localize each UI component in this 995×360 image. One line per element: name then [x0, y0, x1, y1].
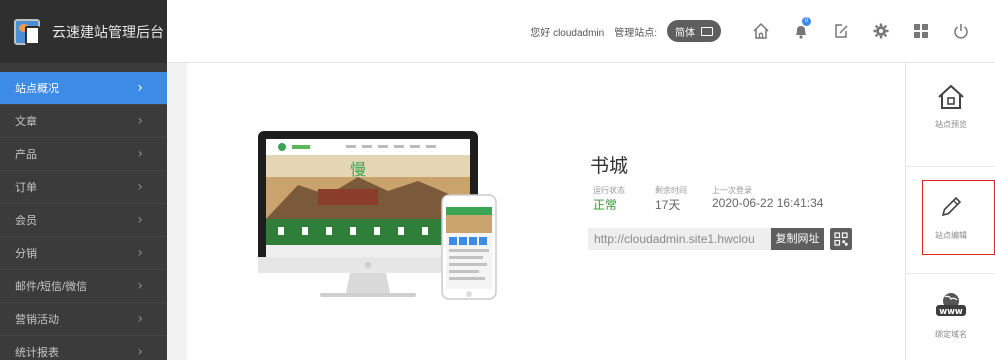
site-preview-image: 慢: [258, 129, 538, 312]
sidebar-item-label: 订单: [15, 182, 37, 194]
brand-title: 云速建站管理后台: [52, 23, 164, 40]
sidebar-item-label: 产品: [15, 149, 37, 161]
home-icon: [938, 84, 964, 109]
site-logo-icon: [14, 18, 40, 45]
chevron-right-icon: ›: [137, 311, 143, 327]
site-status-value: 正常: [593, 198, 618, 212]
sidebar-item-label: 邮件/短信/微信: [15, 281, 88, 293]
top-bar: 您好 cloudadmin 管理站点: 简体 0: [167, 0, 995, 63]
sidebar-item-label: 统计报表: [15, 347, 59, 359]
language-switch[interactable]: 简体: [667, 20, 721, 42]
site-title: 书城: [590, 156, 629, 177]
remaining-time-value: 17天: [655, 198, 681, 212]
user-greeting: 您好 cloudadmin: [530, 27, 605, 39]
chevron-right-icon: ›: [137, 80, 143, 96]
last-login-value: 2020-06-22 16:41:34: [712, 196, 824, 210]
site-edit-button[interactable]: 站点编辑: [906, 194, 995, 241]
site-status: 运行状态 正常: [593, 185, 625, 213]
site-actions-panel: 站点预览 站点编辑 www 绑定域名: [905, 63, 995, 360]
sidebar-item-distribution[interactable]: 分销 ›: [0, 237, 167, 270]
bind-domain-label: 绑定域名: [935, 330, 967, 339]
home-icon[interactable]: [743, 16, 779, 46]
bind-domain-button[interactable]: www 绑定域名: [906, 291, 995, 340]
site-select-label: 管理站点:: [614, 27, 657, 39]
site-preview-button[interactable]: 站点预览: [906, 83, 995, 130]
monitor-icon: [701, 26, 713, 36]
chevron-right-icon: ›: [137, 179, 143, 195]
sidebar-item-products[interactable]: 产品 ›: [0, 138, 167, 171]
settings-icon[interactable]: [863, 16, 899, 46]
notification-badge: 0: [802, 17, 811, 26]
notification-icon[interactable]: 0: [783, 16, 819, 46]
chevron-right-icon: ›: [137, 245, 143, 261]
sidebar-item-label: 分销: [15, 248, 37, 260]
sidebar-item-orders[interactable]: 订单 ›: [0, 171, 167, 204]
sidebar-item-messaging[interactable]: 邮件/短信/微信 ›: [0, 270, 167, 303]
site-preview-label: 站点预览: [935, 120, 967, 129]
chevron-right-icon: ›: [137, 278, 143, 294]
chevron-right-icon: ›: [137, 113, 143, 129]
sidebar-menu: 站点概况 › 文章 › 产品 › 订单 › 会员 › 分销 › 邮件/短信/微信…: [0, 72, 167, 360]
brand[interactable]: 云速建站管理后台: [0, 0, 167, 63]
site-status-label: 运行状态: [593, 186, 625, 195]
last-login-label: 上一次登录: [712, 186, 752, 195]
sidebar-item-label: 会员: [15, 215, 37, 227]
sidebar-item-overview[interactable]: 站点概况 ›: [0, 72, 167, 105]
sidebar-item-marketing[interactable]: 营销活动 ›: [0, 303, 167, 336]
sidebar-item-members[interactable]: 会员 ›: [0, 204, 167, 237]
divider: [906, 273, 995, 274]
language-label: 简体: [675, 27, 695, 39]
edit-icon[interactable]: [823, 16, 859, 46]
site-url-field[interactable]: http://cloudadmin.site1.hwclou: [588, 228, 771, 250]
sidebar-item-label: 营销活动: [15, 314, 59, 326]
sidebar-item-label: 站点概况: [15, 83, 59, 95]
pencil-icon: [941, 196, 962, 217]
power-icon[interactable]: [943, 16, 979, 46]
last-login: 上一次登录 2020-06-22 16:41:34: [712, 185, 823, 210]
site-edit-label: 站点编辑: [935, 231, 967, 240]
www-icon: www: [936, 293, 966, 317]
apps-icon[interactable]: [903, 16, 939, 46]
chevron-right-icon: ›: [137, 212, 143, 228]
remaining-time: 剩余时间 17天: [655, 185, 687, 213]
sidebar: 云速建站管理后台 站点概况 › 文章 › 产品 › 订单 › 会员 › 分销 ›…: [0, 0, 167, 360]
sidebar-item-label: 文章: [15, 116, 37, 128]
divider: [906, 166, 995, 167]
sidebar-item-reports[interactable]: 统计报表 ›: [0, 336, 167, 360]
svg-text:www: www: [939, 307, 963, 317]
copy-url-button[interactable]: 复制网址: [771, 228, 824, 250]
remaining-time-label: 剩余时间: [655, 186, 687, 195]
sidebar-item-articles[interactable]: 文章 ›: [0, 105, 167, 138]
qr-code-icon[interactable]: [830, 228, 852, 250]
chevron-right-icon: ›: [137, 344, 143, 360]
site-overview-card: 慢 书城 运行状态 正常 剩余时间 17天 上一次登录 2020-06-22 1…: [187, 63, 905, 360]
chevron-right-icon: ›: [137, 146, 143, 162]
svg-text:慢: 慢: [350, 160, 366, 179]
